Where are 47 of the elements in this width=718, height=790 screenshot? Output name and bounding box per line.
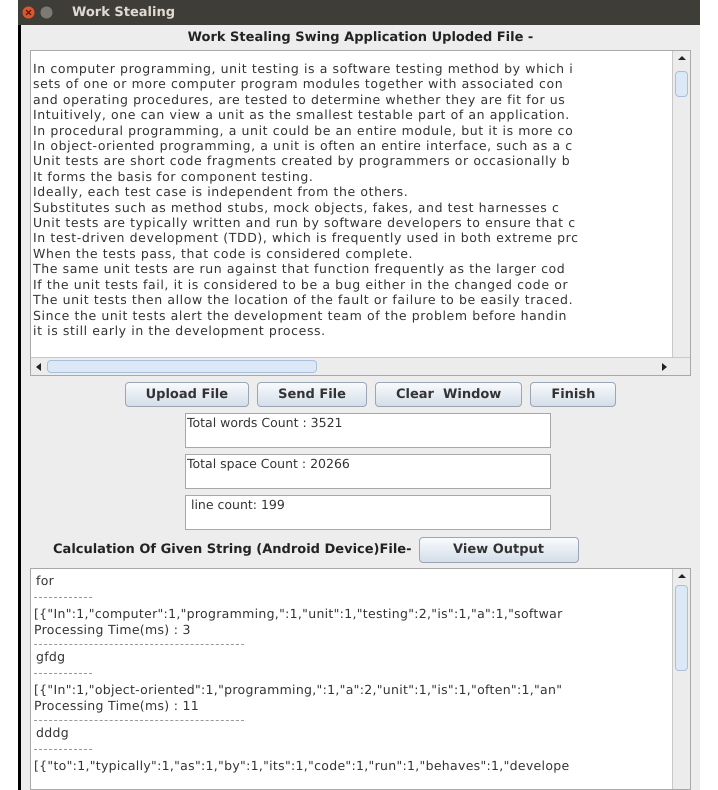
processing-time: Processing Time(ms) : 3 [34, 622, 191, 638]
text-line: Since the unit tests alert the development team of the problem before handin [33, 308, 568, 323]
result-line: [{"In":1,"computer":1,"programming,":1,"unit":1,"testing":2,"is":1,"a":1,"softwar [34, 606, 563, 622]
close-icon[interactable] [22, 6, 35, 19]
count-field[interactable]: line count: 199 [185, 495, 551, 530]
action-button[interactable]: Upload File [124, 382, 250, 407]
text-line: It forms the basis for component testing. [33, 168, 314, 184]
scroll-thumb[interactable] [675, 71, 688, 97]
text-line: In object-oriented programming, a unit is often an entire interface, such as a c [33, 138, 573, 154]
processing-time: Processing Time(ms) : 11 [34, 698, 200, 714]
text-line: Unit tests are typically written and run by software developers to ensure that c [33, 215, 576, 230]
vertical-scrollbar[interactable] [672, 569, 690, 789]
text-line: In computer programming, unit testing is a software testing method by which i [33, 61, 574, 76]
action-button[interactable]: Send File [257, 382, 367, 407]
text-line: In procedural programming, a unit could be an entire module, but it is more co [33, 122, 574, 138]
text-line: In test-driven development (TDD), which is frequently used in both extreme prc [33, 230, 579, 246]
count-field[interactable]: Total space Count : 20266 [185, 454, 551, 489]
input-string: gfdg [35, 648, 66, 666]
text-line: When the tests pass, that code is considered complete. [33, 246, 414, 262]
text-line: and operating procedures, are tested to determine whether they are fit for us [33, 92, 566, 108]
scroll-thumb[interactable] [675, 585, 688, 671]
input-string: for [35, 572, 56, 590]
input-string: dddg [35, 724, 70, 742]
count-field[interactable]: Total words Count : 3521 [185, 413, 551, 448]
text-line: it is still early in the development process. [33, 322, 326, 338]
text-line: Ideally, each test case is independent from the others. [33, 184, 408, 200]
result-line: [{"to":1,"typically":1,"as":1,"by":1,"its":1,"code":1,"run":1,"behaves":1,"develope [34, 758, 570, 774]
upload-heading: Work Stealing Swing Application Uploded File - [188, 28, 534, 47]
output-heading: Calculation Of Given String (Android Device)File- [53, 540, 412, 559]
text-line: Substitutes such as method stubs, mock objects, fakes, and test harnesses c [33, 200, 560, 216]
horizontal-scrollbar[interactable] [31, 357, 690, 375]
action-button[interactable]: Finish [530, 382, 616, 407]
scroll-thumb[interactable] [47, 360, 317, 373]
minimize-icon[interactable] [40, 6, 53, 19]
text-line: Unit tests are short code fragments created by programmers or occasionally b [33, 153, 570, 169]
output-text-area[interactable] [30, 568, 691, 790]
window-title: Work Stealing [72, 4, 176, 22]
file-text-area[interactable] [30, 50, 691, 376]
text-line: Intuitively, one can view a unit as the smallest testable part of an application. [33, 107, 570, 123]
text-line: The same unit tests are run against that function frequently as the larger cod [33, 261, 566, 277]
text-line: The unit tests then allow the location of the fault or failure to be easily traced. [33, 292, 574, 308]
vertical-scrollbar[interactable] [672, 51, 690, 357]
action-button[interactable]: Clear Window [374, 382, 522, 407]
view-output-button[interactable]: View Output [418, 536, 579, 562]
result-line: [{"In":1,"object-oriented":1,"programming,":1,"a":2,"unit":1,"is":1,"often":1,"an" [34, 682, 562, 698]
text-line: sets of one or more computer program modules together with associated con [33, 76, 564, 92]
text-line: If the unit tests fail, it is considered to be a bug either in the changed code or [33, 276, 568, 292]
